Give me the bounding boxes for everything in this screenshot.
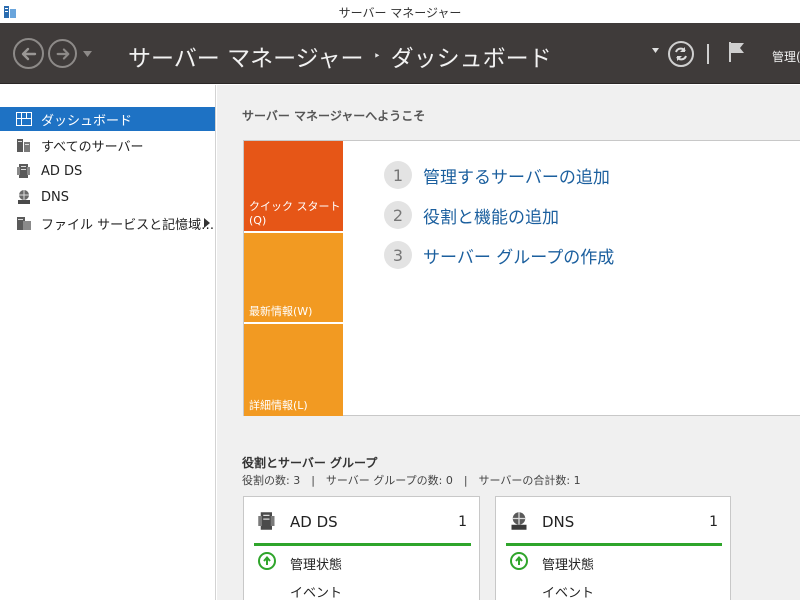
back-button[interactable] xyxy=(13,38,44,69)
role-card-name: DNS xyxy=(542,513,575,531)
adds-icon xyxy=(257,511,277,535)
role-card-name: AD DS xyxy=(290,513,338,531)
forward-arrow-icon xyxy=(56,48,70,60)
sidebar-item-label: ファイル サービスと記憶域… xyxy=(41,217,215,233)
tile-whats-new[interactable]: 最新情報(W) xyxy=(244,233,343,322)
events-link[interactable]: イベント xyxy=(542,582,594,600)
file-services-icon xyxy=(15,214,33,232)
breadcrumb-separator-icon: ‣ xyxy=(373,49,381,63)
sidebar-item-label: ダッシュボード xyxy=(41,113,133,129)
role-card-count: 1 xyxy=(458,514,467,530)
sidebar-item-dashboard[interactable]: ダッシュボード xyxy=(0,107,215,131)
role-card-status-bar xyxy=(506,543,722,546)
breadcrumb-root[interactable]: サーバー マネージャー xyxy=(128,39,363,73)
dns-icon xyxy=(15,188,33,206)
forward-button[interactable] xyxy=(48,39,77,68)
dns-icon xyxy=(509,511,529,535)
history-dropdown-icon[interactable] xyxy=(83,51,92,57)
refresh-button[interactable] xyxy=(668,41,694,67)
step-link[interactable]: 役割と機能の追加 xyxy=(423,203,559,228)
roles-section-title: 役割とサーバー グループ xyxy=(242,456,378,470)
window-titlebar: サーバー マネージャー xyxy=(0,0,800,23)
submenu-arrow-icon[interactable] xyxy=(204,218,210,228)
breadcrumb-current: ダッシュボード xyxy=(390,46,552,72)
window-title: サーバー マネージャー xyxy=(338,6,462,20)
manage-menu[interactable]: 管理( xyxy=(772,48,800,65)
tile-label: 最新情報(W) xyxy=(249,305,313,318)
step-number: 1 xyxy=(384,161,412,189)
servers-icon xyxy=(15,136,33,154)
sidebar-item-label: AD DS xyxy=(41,163,83,179)
sidebar-item-label: DNS xyxy=(41,189,69,205)
step-number: 2 xyxy=(384,201,412,229)
step-number: 3 xyxy=(384,241,412,269)
manageability-link[interactable]: 管理状態 xyxy=(542,554,594,573)
role-card-ad-ds[interactable]: AD DS 1 管理状態 イベント xyxy=(243,496,480,600)
tile-label: 詳細情報(L) xyxy=(249,399,308,412)
sidebar-item-ad-ds[interactable]: AD DS xyxy=(0,159,215,183)
welcome-panel: クイック スタート (Q) 最新情報(W) 詳細情報(L) 1 管理するサーバー… xyxy=(243,140,800,416)
sidebar-item-file-services[interactable]: ファイル サービスと記憶域… xyxy=(0,211,215,235)
role-card-count: 1 xyxy=(709,514,718,530)
step-link[interactable]: サーバー グループの作成 xyxy=(423,243,614,268)
step-add-servers[interactable]: 1 管理するサーバーの追加 xyxy=(384,161,610,189)
step-add-roles[interactable]: 2 役割と機能の追加 xyxy=(384,201,559,229)
welcome-title: サーバー マネージャーへようこそ xyxy=(242,109,426,123)
sidebar-item-all-servers[interactable]: すべてのサーバー xyxy=(0,133,215,157)
tile-shortcut: (Q) xyxy=(249,214,267,227)
status-ok-icon xyxy=(258,552,276,570)
status-ok-icon xyxy=(510,552,528,570)
tile-quick-start[interactable]: クイック スタート (Q) xyxy=(244,141,343,231)
breadcrumb: サーバー マネージャー ‣ ダッシュボード xyxy=(128,39,552,73)
tile-label: クイック スタート xyxy=(249,200,341,213)
refresh-icon xyxy=(675,47,687,61)
adds-icon xyxy=(15,162,33,180)
manageability-link[interactable]: 管理状態 xyxy=(290,554,342,573)
back-arrow-icon xyxy=(21,47,37,61)
roles-summary: 役割の数: 3 | サーバー グループの数: 0 | サーバーの合計数: 1 xyxy=(242,474,581,487)
app-header: サーバー マネージャー ‣ ダッシュボード 管理( xyxy=(0,23,800,84)
sidebar-item-label: すべてのサーバー xyxy=(41,139,144,155)
role-card-dns[interactable]: DNS 1 管理状態 イベント xyxy=(495,496,731,600)
header-divider xyxy=(707,44,709,64)
step-link[interactable]: 管理するサーバーの追加 xyxy=(423,163,610,188)
refresh-dropdown-icon[interactable] xyxy=(652,48,659,53)
dashboard-main: サーバー マネージャーへようこそ クイック スタート (Q) 最新情報(W) 詳… xyxy=(217,85,800,600)
step-create-group[interactable]: 3 サーバー グループの作成 xyxy=(384,241,614,269)
sidebar-item-dns[interactable]: DNS xyxy=(0,185,215,209)
events-link[interactable]: イベント xyxy=(290,582,342,600)
tile-learn-more[interactable]: 詳細情報(L) xyxy=(244,324,343,416)
role-card-status-bar xyxy=(254,543,471,546)
notifications-flag-icon[interactable] xyxy=(728,41,746,63)
sidebar: ダッシュボード すべてのサーバー AD DS DNS ファイル サービスと記憶域… xyxy=(0,85,216,600)
dashboard-icon xyxy=(15,110,33,128)
